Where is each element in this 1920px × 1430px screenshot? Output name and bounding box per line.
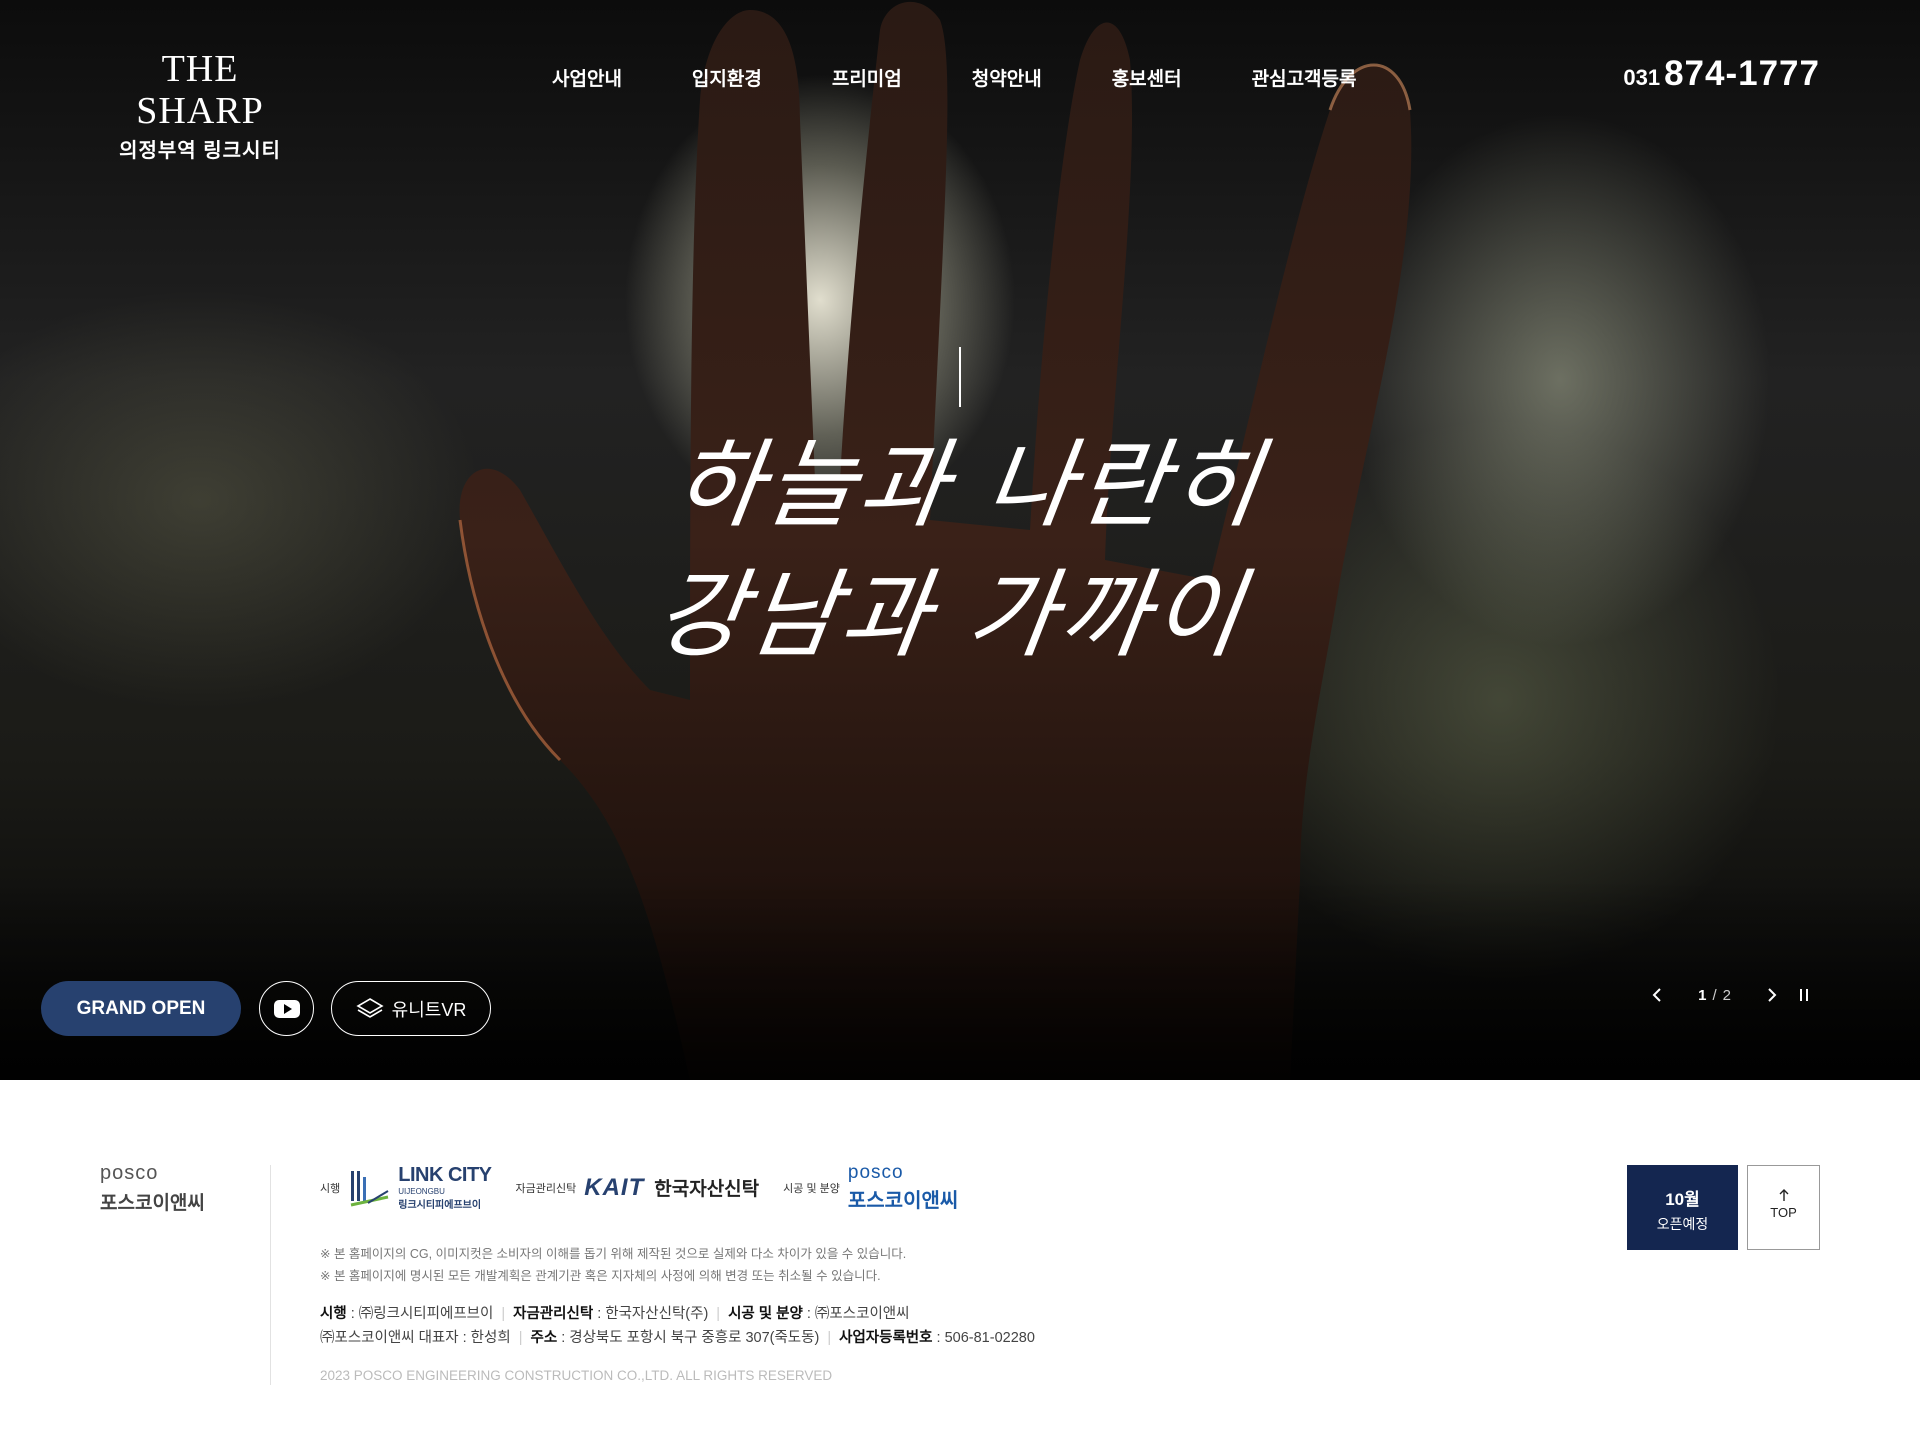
nav-item-premium[interactable]: 프리미엄: [832, 64, 902, 91]
info-value: : 506-81-02280: [932, 1330, 1035, 1346]
info-key: 시행: [320, 1306, 347, 1322]
partner-developer: 시행 LINK CITY UIJEONGBU 링크시티피에프브이: [320, 1164, 492, 1211]
partner-logos: 시행 LINK CITY UIJEONGBU 링크시티피에프브이 자금관리신탁 …: [320, 1162, 982, 1213]
info-value: : ㈜포스코이앤씨: [802, 1306, 910, 1322]
footer-info-line2: ㈜포스코이앤씨 대표자 : 한성희 | 주소 : 경상북도 포항시 북구 중흥로 3…: [320, 1330, 1035, 1346]
linkcity-name: LINK CITY: [398, 1164, 492, 1186]
info-key: 주소: [530, 1330, 558, 1346]
hero-divider-line: [959, 347, 961, 407]
main-nav: 사업안내 입지환경 프리미엄 청약안내 홍보센터 관심고객등록: [552, 64, 1357, 91]
slider-prev-button[interactable]: [1646, 984, 1668, 1006]
info-value: : 경상북도 포항시 북구 중흥로 307(죽도동): [557, 1330, 820, 1346]
slider-separator: /: [1712, 986, 1717, 1004]
linkcity-mark-icon: [350, 1170, 389, 1206]
site-footer: posco 포스코이앤씨 시행 LINK CITY UIJEONGBU 링크시티…: [0, 1080, 1920, 1430]
info-value: : ㈜링크시티피에프브이: [346, 1306, 494, 1322]
builder-role: 시공 및 분양: [783, 1182, 840, 1195]
phone-main-number: 874-1777: [1664, 54, 1820, 93]
hero-section: THE SHARP 의정부역 링크시티 사업안내 입지환경 프리미엄 청약안내 …: [0, 0, 1920, 1080]
site-logo[interactable]: THE SHARP 의정부역 링크시티: [100, 48, 300, 163]
footer-posco-ko: 포스코이앤씨: [100, 1193, 205, 1214]
slider-pause-button[interactable]: [1793, 984, 1815, 1006]
slider-controls: 1 / 2: [1646, 984, 1815, 1006]
phone-area-code: 031: [1623, 65, 1661, 90]
nav-item-pr-center[interactable]: 홍보센터: [1112, 64, 1182, 91]
info-key: 시공 및 분양: [728, 1306, 803, 1322]
youtube-button[interactable]: [259, 981, 314, 1036]
vr-cube-icon: [356, 997, 384, 1018]
builder-logo: posco 포스코이앤씨: [848, 1162, 958, 1213]
builder-ko: 포스코이앤씨: [847, 1190, 959, 1212]
slider-next-button[interactable]: [1761, 984, 1783, 1006]
unit-vr-label: 유니트VR: [391, 999, 467, 1020]
kait-name: 한국자산신탁: [654, 1179, 760, 1200]
footer-copyright: 2023 POSCO ENGINEERING CONSTRUCTION CO.,…: [320, 1368, 833, 1383]
footer-note: ※ 본 홈페이지의 CG, 이미지컷은 소비자의 이해를 돕기 위해 제작된 것…: [320, 1247, 907, 1261]
hero-bottom-shade: [0, 880, 1920, 1080]
footer-posco-en: posco: [100, 1162, 159, 1184]
footer-note: ※ 본 홈페이지에 명시된 모든 개발계획은 관계기관 혹은 지자체의 사정에 …: [320, 1269, 881, 1283]
slider-total-pages: 2: [1722, 986, 1731, 1004]
open-text: 오픈예정: [1656, 1216, 1709, 1232]
scroll-top-button[interactable]: TOP: [1747, 1165, 1820, 1250]
info-key: 사업자등록번호: [839, 1330, 933, 1346]
linkcity-sub: UIJEONGBU: [398, 1187, 445, 1196]
chevron-right-icon: [1768, 988, 1777, 1002]
scroll-top-label: TOP: [1770, 1205, 1797, 1220]
slider-current-page: 1: [1698, 986, 1707, 1004]
nav-item-location[interactable]: 입지환경: [692, 64, 762, 91]
info-key: 자금관리신탁: [513, 1306, 594, 1322]
linkcity-text: LINK CITY UIJEONGBU 링크시티피에프브이: [398, 1164, 492, 1211]
hero-slogan: 하늘과 나란히 강남과 가까이: [542, 420, 1379, 680]
unit-vr-button[interactable]: 유니트VR: [331, 981, 491, 1036]
info-value: ㈜포스코이앤씨 대표자 : 한성희: [320, 1330, 511, 1346]
arrow-up-icon: [1779, 1189, 1788, 1201]
hero-slogan-line1: 하늘과 나란히: [667, 429, 1272, 541]
footer-divider: [270, 1165, 271, 1385]
info-value: : 한국자산신탁(주): [593, 1306, 709, 1322]
chevron-left-icon: [1652, 988, 1661, 1002]
builder-en: posco: [847, 1162, 904, 1183]
partner-trust: 자금관리신탁 KAIT 한국자산신탁: [516, 1174, 760, 1202]
hero-slogan-line2: 강남과 가까이: [648, 559, 1253, 671]
nav-item-business[interactable]: 사업안내: [552, 64, 622, 91]
open-month: 10월: [1665, 1190, 1700, 1209]
logo-subtitle: 의정부역 링크시티: [119, 140, 281, 162]
developer-role: 시행: [320, 1182, 341, 1195]
slider-pagination: 1 / 2: [1698, 987, 1731, 1004]
footer-notes: ※ 본 홈페이지의 CG, 이미지컷은 소비자의 이해를 돕기 위해 제작된 것…: [320, 1243, 906, 1287]
kait-logo: KAIT: [584, 1173, 645, 1201]
youtube-icon: [273, 999, 300, 1018]
linkcity-ko: 링크시티피에프브이: [398, 1200, 482, 1211]
phone-number[interactable]: 031 874-1777: [1623, 54, 1820, 94]
nav-item-subscription[interactable]: 청약안내: [972, 64, 1042, 91]
nav-item-register[interactable]: 관심고객등록: [1252, 64, 1357, 91]
trust-role: 자금관리신탁: [515, 1182, 577, 1195]
footer-company-info: 시행 : ㈜링크시티피에프브이 | 자금관리신탁 : 한국자산신탁(주) | 시공 및 …: [320, 1302, 1035, 1350]
footer-posco-logo: posco 포스코이앤씨: [100, 1162, 240, 1215]
grand-open-button[interactable]: GRAND OPEN: [41, 981, 241, 1036]
partner-builder: 시공 및 분양 posco 포스코이앤씨: [783, 1162, 958, 1213]
open-schedule-badge: 10월 오픈예정: [1627, 1165, 1738, 1250]
pause-icon: [1800, 989, 1808, 1001]
footer-info-line1: 시행 : ㈜링크시티피에프브이 | 자금관리신탁 : 한국자산신탁(주) | 시공 및 …: [320, 1306, 910, 1322]
logo-brand: THE SHARP: [136, 48, 264, 132]
